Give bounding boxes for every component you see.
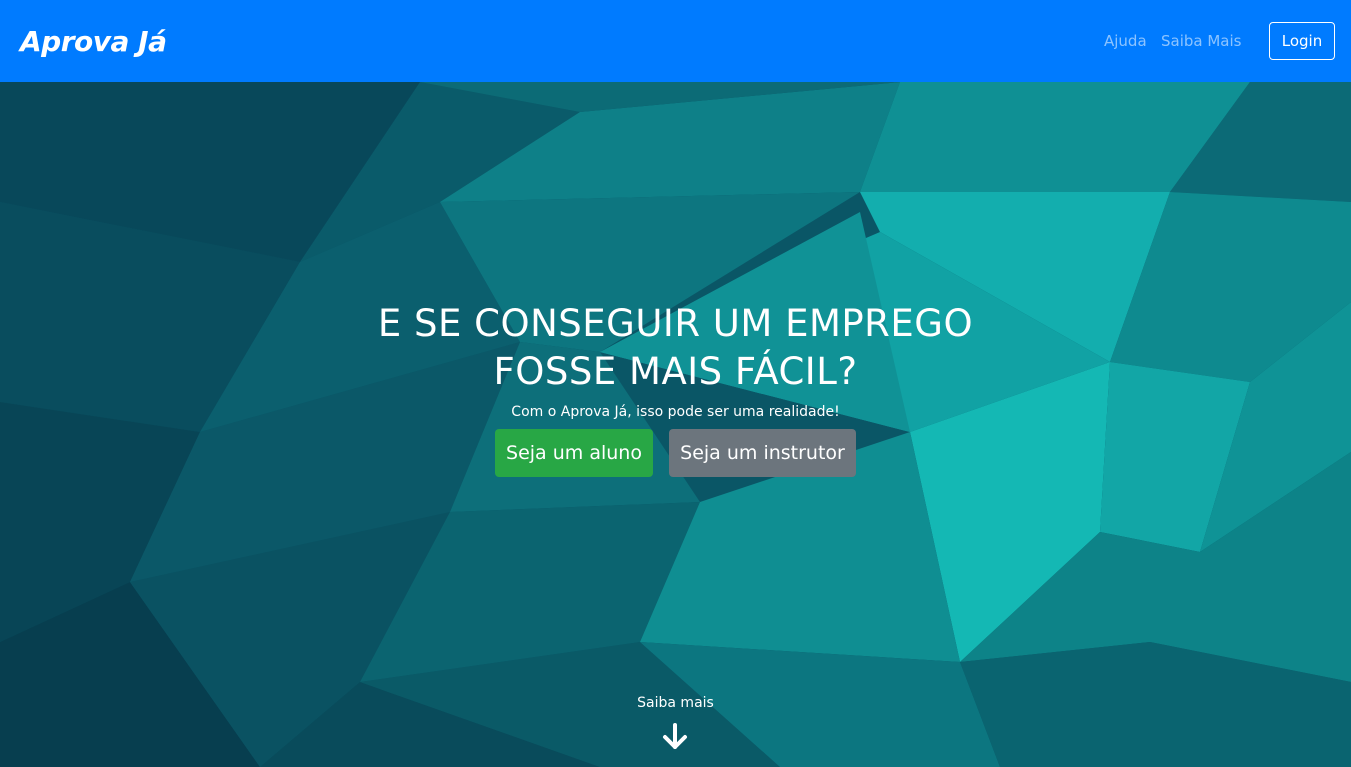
nav-link-help[interactable]: Ajuda <box>1104 31 1147 51</box>
student-button[interactable]: Seja um aluno <box>495 429 653 477</box>
scroll-more-label[interactable]: Saiba mais <box>0 693 1351 713</box>
hero-section: E SE CONSEGUIR UM EMPREGO FOSSE MAIS FÁC… <box>0 82 1351 767</box>
hero-headline: E SE CONSEGUIR UM EMPREGO FOSSE MAIS FÁC… <box>0 300 1351 396</box>
login-button[interactable]: Login <box>1269 22 1335 60</box>
arrow-down-icon[interactable] <box>660 722 690 752</box>
hero-subtitle: Com o Aprova Já, isso pode ser uma reali… <box>511 404 840 420</box>
instructor-button[interactable]: Seja um instrutor <box>669 429 856 477</box>
hero-headline-line1: E SE CONSEGUIR UM EMPREGO <box>377 302 974 345</box>
nav-link-learn-more[interactable]: Saiba Mais <box>1161 31 1241 51</box>
polygon-background <box>0 82 1351 767</box>
brand-logo[interactable]: Aprova Já <box>20 22 167 62</box>
hero-headline-line2: FOSSE MAIS FÁCIL? <box>493 350 858 393</box>
navbar: Aprova Já Ajuda Saiba Mais Login <box>0 0 1351 82</box>
